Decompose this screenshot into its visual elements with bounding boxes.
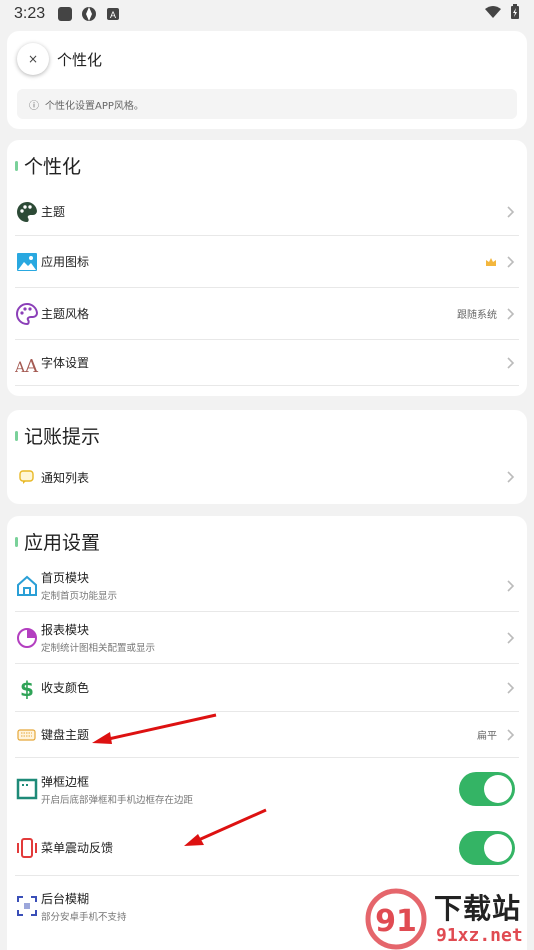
row-theme-style[interactable]: 主题风格 跟随系统 xyxy=(15,288,519,340)
dollar-icon: $ xyxy=(15,676,39,700)
row-label: 通知列表 xyxy=(41,470,90,485)
app-square-icon xyxy=(57,6,73,22)
row-label: 首页模块 xyxy=(41,571,90,585)
vibrate-icon xyxy=(15,836,39,860)
palette-dark-icon xyxy=(15,200,39,224)
watermark-brand: 下载站 xyxy=(434,892,522,925)
row-home-module[interactable]: 首页模块 定制首页功能显示 xyxy=(15,560,519,612)
row-dialog-border[interactable]: 弹框边框 开启后底部弹框和手机边框存在边距 xyxy=(15,758,519,820)
frame-icon xyxy=(15,777,39,801)
row-value: 跟随系统 xyxy=(457,310,497,321)
row-label: 弹框边框 xyxy=(41,774,90,789)
watermark-domain: 91xz.net xyxy=(436,925,523,946)
row-subtitle: 部分安卓手机不支持 xyxy=(41,911,127,923)
section-title-reminder: 记账提示 xyxy=(15,422,100,449)
header-card: × 个性化 ⓘ 个性化设置APP风格。 xyxy=(7,31,527,129)
svg-text:A: A xyxy=(110,10,116,20)
chevron-right-icon xyxy=(507,631,515,644)
row-value: 扁平 xyxy=(477,731,497,742)
font-a-icon: A xyxy=(105,6,121,22)
section-personalize: 个性化 主题 应用图标 主题风格 跟随系统 AA 字体设置 xyxy=(7,140,527,396)
watermark-logo: 91 下载站 91xz.net xyxy=(362,885,534,950)
section-title-text: 个性化 xyxy=(24,156,82,178)
info-icon: ⓘ xyxy=(29,100,39,112)
row-label: 后台模糊 xyxy=(41,891,90,906)
toggle-knob xyxy=(484,833,512,862)
section-bookkeeping-reminder: 记账提示 通知列表 xyxy=(7,410,527,504)
section-title-personalize: 个性化 xyxy=(15,152,81,179)
row-label: 菜单震动反馈 xyxy=(41,841,114,855)
row-menu-vibration[interactable]: 菜单震动反馈 xyxy=(15,820,519,876)
image-icon xyxy=(15,250,39,274)
row-label: 收支颜色 xyxy=(41,681,90,695)
svg-text:A: A xyxy=(24,356,39,374)
svg-text:91: 91 xyxy=(375,904,417,939)
row-notification-list[interactable]: 通知列表 xyxy=(15,458,519,496)
battery-icon xyxy=(510,4,520,24)
svg-text:$: $ xyxy=(20,677,34,699)
toggle-knob xyxy=(484,775,512,803)
row-label: 字体设置 xyxy=(41,356,90,370)
page-title: 个性化 xyxy=(57,51,103,69)
row-label: 主题风格 xyxy=(41,307,90,321)
section-accent-bar xyxy=(15,430,18,441)
row-app-icon[interactable]: 应用图标 xyxy=(15,236,519,288)
chevron-right-icon xyxy=(507,728,515,741)
crown-icon xyxy=(486,257,496,266)
dialog-border-toggle[interactable] xyxy=(459,772,515,806)
info-text: 个性化设置APP风格。 xyxy=(45,100,144,112)
chevron-right-icon xyxy=(507,307,515,320)
palette-purple-icon xyxy=(15,302,39,326)
home-icon xyxy=(15,574,39,598)
status-bar: 3:23 A xyxy=(0,0,534,28)
row-subtitle: 定制首页功能显示 xyxy=(41,591,118,602)
chevron-right-icon xyxy=(507,205,515,218)
section-accent-bar xyxy=(15,536,18,547)
status-time: 3:23 xyxy=(14,5,46,22)
chat-bubble-icon xyxy=(15,465,39,489)
keyboard-icon xyxy=(15,723,39,747)
row-font-settings[interactable]: AA 字体设置 xyxy=(15,340,519,386)
menu-vibration-toggle[interactable] xyxy=(459,830,515,865)
wifi-icon xyxy=(484,5,502,23)
row-subtitle: 定制统计图相关配置或显示 xyxy=(41,643,156,654)
chevron-right-icon xyxy=(507,255,515,268)
chevron-right-icon xyxy=(507,681,515,694)
pie-chart-icon xyxy=(15,626,39,650)
info-banner: ⓘ 个性化设置APP风格。 xyxy=(17,89,517,119)
row-label: 应用图标 xyxy=(41,255,90,269)
row-label: 报表模块 xyxy=(41,623,90,637)
row-label: 主题 xyxy=(41,205,66,219)
font-size-icon: AA xyxy=(15,351,39,375)
row-subtitle: 开启后底部弹框和手机边框存在边距 xyxy=(41,794,194,806)
chevron-right-icon xyxy=(507,579,515,592)
row-report-module[interactable]: 报表模块 定制统计图相关配置或显示 xyxy=(15,612,519,664)
chevron-right-icon xyxy=(507,471,515,483)
row-keyboard-theme[interactable]: 键盘主题 扁平 xyxy=(15,712,519,758)
section-accent-bar xyxy=(15,160,18,171)
section-title-text: 记账提示 xyxy=(24,426,101,448)
aperture-icon xyxy=(81,6,97,22)
row-income-expense-color[interactable]: $ 收支颜色 xyxy=(15,664,519,712)
section-title-app-settings: 应用设置 xyxy=(15,528,100,555)
row-theme[interactable]: 主题 xyxy=(15,188,519,236)
close-button[interactable]: × xyxy=(17,43,49,75)
chevron-right-icon xyxy=(507,356,515,369)
section-title-text: 应用设置 xyxy=(24,532,101,554)
blur-icon xyxy=(15,894,39,918)
row-label: 键盘主题 xyxy=(41,728,90,742)
